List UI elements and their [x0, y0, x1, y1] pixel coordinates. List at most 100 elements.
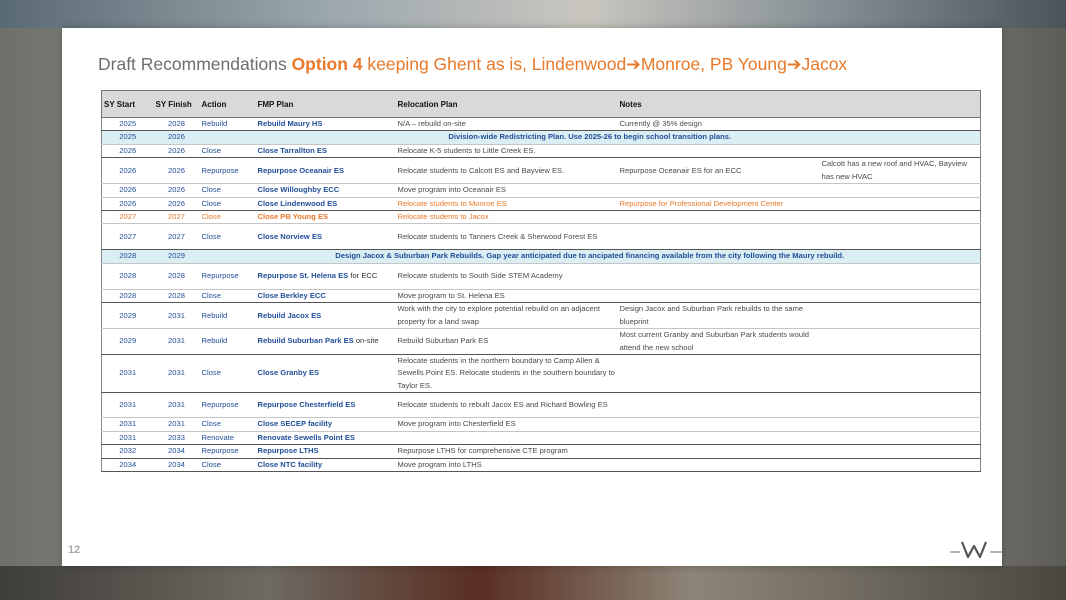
cell-notes-extra [819, 417, 981, 432]
cell-action: Close [199, 417, 256, 432]
cell-sy-finish: 2026 [153, 130, 200, 145]
cell-notes [617, 223, 820, 251]
title-rest: keeping Ghent as is, Lindenwood➔Monroe, … [362, 54, 848, 74]
cell-notes [617, 210, 820, 225]
cell-sy-finish: 2031 [153, 328, 200, 356]
cell-fmp-plan: Repurpose Chesterfield ES [255, 392, 396, 419]
cell-relocation-plan: Relocate students to rebuilt Jacox ES an… [395, 392, 618, 419]
col-header-notes: Notes [617, 90, 820, 118]
cell-relocation-plan: Repurpose LTHS for comprehensive CTE pro… [395, 444, 618, 459]
cell-action: Close [199, 354, 256, 394]
cell-relocation-plan: N/A – rebuild on-site [395, 117, 618, 132]
cell-fmp-plan: Repurpose St. Helena ES for ECC [255, 263, 396, 290]
fmp-plan-suffix: on-site [353, 336, 379, 346]
cell-sy-finish: 2034 [153, 458, 200, 472]
cell-relocation-plan: Relocate students to South Side STEM Aca… [395, 263, 618, 290]
cell-action: Close [199, 197, 256, 212]
col-header-sy-start: SY Start [101, 90, 154, 118]
cell-notes-extra [819, 210, 981, 225]
cell-relocation-plan: Rebuild Suburban Park ES [395, 328, 618, 356]
cell-fmp-plan: Close Willoughby ECC [255, 183, 396, 198]
cell-notes [617, 458, 820, 472]
fmp-plan-text: Close Willoughby ECC [257, 185, 340, 195]
table-row: 2031 2033 Renovate Renovate Sewells Point E… [101, 431, 981, 446]
fmp-plan-text: Repurpose LTHS [257, 446, 319, 456]
cell-notes-extra [819, 223, 981, 251]
cell-sy-finish: 2029 [153, 249, 200, 264]
cell-sy-finish: 2027 [153, 223, 200, 251]
cell-fmp-plan: Rebuild Suburban Park ES on-site [255, 328, 396, 356]
table-row: 2026 2026 Close Close Tarrallton ES Relocate… [101, 144, 981, 159]
table-row: 2029 2031 Rebuild Rebuild Jacox ES Work with… [101, 302, 981, 330]
cell-action: Close [199, 183, 256, 198]
table-banner-row: 2025 2026 Division-wide Redistricting Plan… [101, 130, 981, 145]
cell-sy-finish: 2028 [153, 263, 200, 290]
table-row: 2031 2031 Repurpose Repurpose Chesterfield … [101, 392, 981, 419]
fmp-plan-text: Close SECEP facility [257, 419, 333, 429]
cell-sy-finish: 2031 [153, 354, 200, 394]
cell-notes: Most current Granby and Suburban Park st… [617, 328, 820, 356]
fmp-plan-text: Close Norview ES [257, 231, 323, 241]
background-blur-bottom [0, 566, 1066, 600]
cell-action: Close [199, 210, 256, 225]
col-header-sy-finish: SY Finish [153, 90, 200, 118]
cell-fmp-plan: Repurpose Oceanair ES [255, 157, 396, 185]
table-row: 2031 2031 Close Close Granby ES Relocate stu… [101, 354, 981, 394]
cell-notes-extra [819, 263, 981, 290]
cell-relocation-plan: Move program into LTHS [395, 458, 618, 472]
w-wave-logo-icon [950, 541, 1002, 559]
table-row: 2028 2028 Close Close Berkley ECC Move progr… [101, 289, 981, 304]
cell-fmp-plan: Close SECEP facility [255, 417, 396, 432]
cell-notes-extra [819, 289, 981, 304]
cell-action: Rebuild [199, 117, 256, 132]
col-header-fmp-plan: FMP Plan [255, 90, 396, 118]
cell-sy-start: 2034 [101, 458, 154, 472]
cell-sy-start: 2031 [101, 431, 154, 446]
cell-sy-start: 2029 [101, 328, 154, 356]
slide-title: Draft Recommendations Option 4 keeping G… [98, 54, 998, 78]
cell-fmp-plan: Close Granby ES [255, 354, 396, 394]
cell-fmp-plan: Rebuild Maury HS [255, 117, 396, 132]
cell-sy-finish: 2026 [153, 144, 200, 159]
cell-sy-finish: 2031 [153, 392, 200, 419]
col-header-extra [819, 90, 981, 118]
table-banner-row: 2028 2029 Design Jacox & Suburban Park Reb… [101, 249, 981, 264]
cell-fmp-plan: Close Norview ES [255, 223, 396, 251]
cell-sy-start: 2032 [101, 444, 154, 459]
cell-action: Renovate [199, 431, 256, 446]
cell-notes-extra [819, 392, 981, 419]
col-header-relocation-plan: Relocation Plan [395, 90, 618, 118]
fmp-plan-text: Repurpose Chesterfield ES [257, 400, 356, 410]
fmp-plan-text: Rebuild Maury HS [257, 119, 323, 128]
cell-banner-text: Division-wide Redistricting Plan. Use 20… [199, 130, 981, 145]
cell-relocation-plan: Relocate K-5 students to Little Creek ES… [395, 144, 618, 159]
cell-notes [617, 354, 820, 394]
cell-relocation-plan: Relocate students to Calcott ES and Bayv… [395, 157, 618, 185]
cell-sy-start: 2026 [101, 157, 154, 185]
col-header-action: Action [199, 90, 256, 118]
cell-action: Close [199, 223, 256, 251]
cell-notes-extra [819, 431, 981, 446]
cell-sy-start: 2031 [101, 392, 154, 419]
cell-sy-finish: 2027 [153, 210, 200, 225]
cell-sy-start: 2026 [101, 144, 154, 159]
cell-relocation-plan: Relocate students to Monroe ES [395, 197, 618, 212]
cell-notes-extra [819, 144, 981, 159]
recommendations-table: SY Start SY Finish Action FMP Plan Reloc… [101, 90, 981, 472]
table-row: 2032 2034 Repurpose Repurpose LTHS Repurpose… [101, 444, 981, 459]
fmp-plan-text: Close PB Young ES [257, 212, 329, 222]
cell-notes [617, 183, 820, 198]
fmp-plan-text: Close Granby ES [257, 368, 320, 378]
fmp-plan-suffix: for ECC [348, 271, 378, 281]
cell-fmp-plan: Repurpose LTHS [255, 444, 396, 459]
cell-sy-start: 2028 [101, 249, 154, 264]
fmp-plan-text: Repurpose Oceanair ES [257, 165, 345, 175]
cell-notes [617, 289, 820, 304]
cell-fmp-plan: Close Lindenwood ES [255, 197, 396, 212]
cell-action: Close [199, 458, 256, 472]
cell-action: Close [199, 144, 256, 159]
cell-sy-finish: 2028 [153, 289, 200, 304]
cell-fmp-plan: Rebuild Jacox ES [255, 302, 396, 330]
cell-sy-finish: 2031 [153, 417, 200, 432]
cell-action: Rebuild [199, 328, 256, 356]
